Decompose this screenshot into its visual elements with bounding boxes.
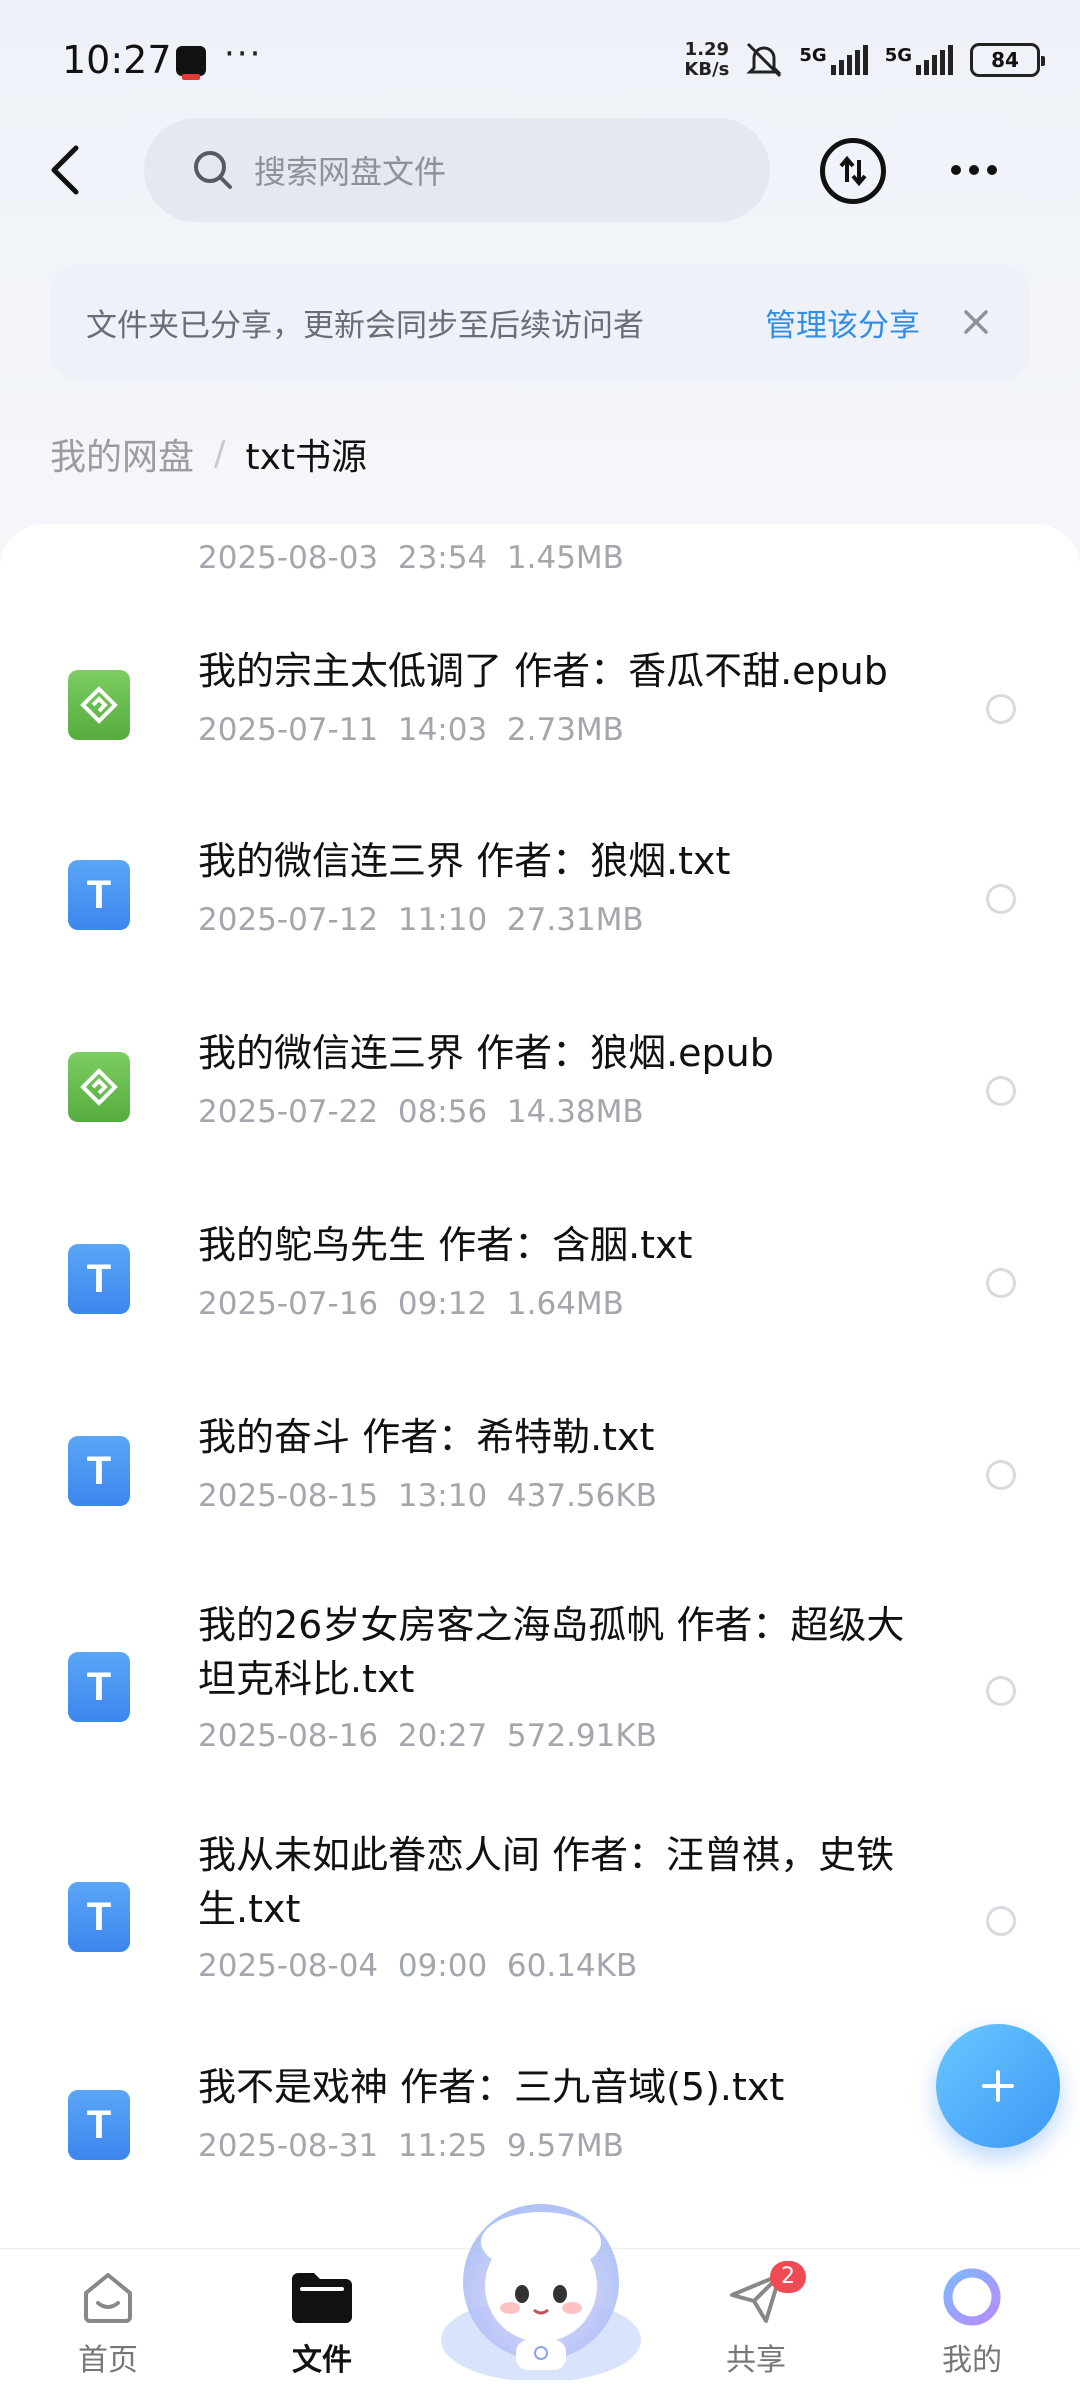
network-speed: 1.29 KB/s <box>684 40 729 80</box>
back-button[interactable] <box>40 140 90 200</box>
file-row[interactable]: 我的宗主太低调了 作者：香瓜不甜.epub 2025-07-11 14:03 2… <box>0 624 1080 804</box>
signal-5g-1: 5G <box>799 45 870 75</box>
file-name: 我的奋斗 作者：希特勒.txt <box>198 1415 655 1459</box>
signal-label-2: 5G <box>884 45 912 66</box>
file-meta: 2025-08-15 13:10 437.56KB <box>198 1478 657 1514</box>
search-icon <box>194 151 232 189</box>
select-checkbox[interactable] <box>986 1906 1016 1936</box>
file-meta: 2025-08-04 09:00 60.14KB <box>198 1948 638 1984</box>
nav-share-label: 共享 <box>726 2343 786 2378</box>
tiktok-notification-icon <box>176 46 206 80</box>
file-name: 我的鸵鸟先生 作者：含胭.txt <box>198 1223 693 1267</box>
file-name: 我的26岁女房客之海岛孤帆 作者：超级大坦克科比.txt <box>198 1603 905 1701</box>
txt-file-icon: T <box>68 2090 130 2160</box>
breadcrumb-current: txt书源 <box>245 437 368 478</box>
status-time: 10:27 <box>62 38 172 82</box>
file-meta: 2025-07-16 09:12 1.64MB <box>198 1286 624 1322</box>
nav-share[interactable]: 2 共享 <box>686 2261 826 2379</box>
file-meta: 2025-07-22 08:56 14.38MB <box>198 1094 644 1130</box>
nav-files-label: 文件 <box>292 2343 352 2378</box>
file-meta: 2025-07-12 11:10 27.31MB <box>198 902 644 938</box>
select-checkbox[interactable] <box>986 1076 1016 1106</box>
epub-file-icon <box>68 670 130 740</box>
search-input[interactable]: 搜索网盘文件 <box>144 118 770 222</box>
profile-icon <box>940 2265 1004 2329</box>
nav-home-label: 首页 <box>78 2343 138 2378</box>
transfer-list-button[interactable] <box>820 138 886 204</box>
file-name: 我的微信连三界 作者：狼烟.txt <box>198 839 731 883</box>
txt-file-icon: T <box>68 860 130 930</box>
more-dot-icon <box>969 165 979 175</box>
home-icon <box>76 2265 140 2329</box>
nav-mine[interactable]: 我的 <box>902 2265 1042 2379</box>
plus-icon <box>982 2070 1014 2102</box>
network-speed-unit: KB/s <box>684 59 730 80</box>
search-placeholder: 搜索网盘文件 <box>254 153 447 191</box>
more-dot-icon <box>987 165 997 175</box>
select-checkbox[interactable] <box>986 1676 1016 1706</box>
status-bar: 10:27 ··· 1.29 KB/s 5G 5G 84 <box>0 0 1080 120</box>
status-indicators: 1.29 KB/s 5G 5G 84 <box>684 36 1045 84</box>
file-list: 2025-08-03 23:54 1.45MB 我的宗主太低调了 作者：香瓜不甜… <box>0 524 1080 2248</box>
file-row[interactable]: T 我的26岁女房客之海岛孤帆 作者：超级大坦克科比.txt 2025-08-1… <box>0 1580 1080 1810</box>
file-meta: 2025-07-11 14:03 2.73MB <box>198 712 624 748</box>
network-speed-value: 1.29 <box>684 39 730 60</box>
manage-share-link[interactable]: 管理该分享 <box>765 300 920 345</box>
file-row[interactable]: T 我从未如此眷恋人间 作者：汪曾祺，史铁生.txt 2025-08-04 09… <box>0 1810 1080 2040</box>
select-checkbox[interactable] <box>986 694 1016 724</box>
mute-bell-icon <box>743 40 785 80</box>
file-row[interactable]: T 我的微信连三界 作者：狼烟.txt 2025-07-12 11:10 27.… <box>0 814 1080 994</box>
close-icon <box>964 310 988 334</box>
nav-mine-label: 我的 <box>942 2343 1002 2378</box>
file-name: 我从未如此眷恋人间 作者：汪曾祺，史铁生.txt <box>198 1833 895 1931</box>
breadcrumb: 我的网盘 / txt书源 <box>50 428 367 480</box>
file-row[interactable]: T 我的鸵鸟先生 作者：含胭.txt 2025-07-16 09:12 1.64… <box>0 1198 1080 1378</box>
ai-assistant-mascot-button[interactable] <box>436 2190 646 2382</box>
select-checkbox[interactable] <box>986 1268 1016 1298</box>
folder-icon <box>290 2265 354 2329</box>
banner-text: 文件夹已分享，更新会同步至后续访问者 <box>86 307 644 344</box>
add-button[interactable] <box>936 2024 1060 2148</box>
share-notice-banner: 文件夹已分享，更新会同步至后续访问者 管理该分享 <box>50 264 1030 380</box>
more-dot-icon <box>951 165 961 175</box>
select-checkbox[interactable] <box>986 1460 1016 1490</box>
txt-file-icon: T <box>68 1882 130 1952</box>
more-options-button[interactable] <box>944 150 1004 190</box>
txt-file-icon: T <box>68 1244 130 1314</box>
nav-home[interactable]: 首页 <box>38 2265 178 2379</box>
txt-file-icon: T <box>68 1652 130 1722</box>
file-row[interactable]: T 我的奋斗 作者：希特勒.txt 2025-08-15 13:10 437.5… <box>0 1390 1080 1570</box>
share-badge: 2 <box>770 2261 806 2293</box>
file-name: 我的微信连三界 作者：狼烟.epub <box>198 1031 774 1075</box>
txt-file-icon: T <box>68 1436 130 1506</box>
file-name: 我的宗主太低调了 作者：香瓜不甜.epub <box>198 649 888 693</box>
file-name: 我不是戏神 作者：三九音域(5).txt <box>198 2065 785 2109</box>
breadcrumb-separator: / <box>214 434 226 474</box>
battery-level: 84 <box>991 48 1019 72</box>
breadcrumb-root[interactable]: 我的网盘 <box>50 428 194 480</box>
signal-5g-2: 5G <box>885 45 956 75</box>
select-checkbox[interactable] <box>986 884 1016 914</box>
battery-icon: 84 <box>970 43 1045 77</box>
banner-close-button[interactable] <box>956 302 996 342</box>
more-notifications-indicator: ··· <box>224 34 263 74</box>
file-row-partial[interactable]: 2025-08-03 23:54 1.45MB <box>0 524 1080 604</box>
nav-files[interactable]: 文件 <box>252 2265 392 2379</box>
file-meta: 2025-08-16 20:27 572.91KB <box>198 1718 657 1754</box>
transfer-arrows-icon <box>839 155 867 187</box>
file-meta: 2025-08-03 23:54 1.45MB <box>198 540 624 576</box>
epub-file-icon <box>68 1052 130 1122</box>
file-meta: 2025-08-31 11:25 9.57MB <box>198 2128 624 2164</box>
file-row[interactable]: 我的微信连三界 作者：狼烟.epub 2025-07-22 08:56 14.3… <box>0 1006 1080 1186</box>
signal-label-1: 5G <box>799 45 827 66</box>
chevron-left-icon <box>51 145 79 195</box>
